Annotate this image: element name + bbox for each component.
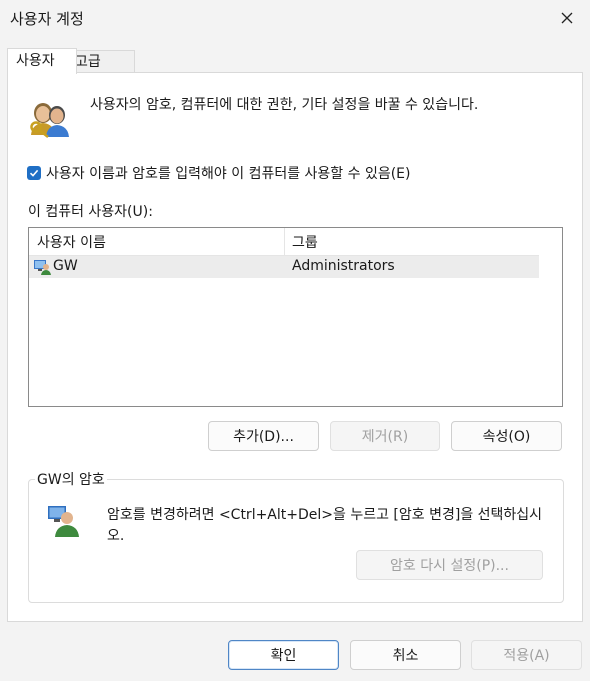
password-group-title: GW의 암호 [35,469,107,489]
users-tab-panel: 사용자의 암호, 컴퓨터에 대한 권한, 기타 설정을 바꿀 수 있습니다. 사… [7,72,583,622]
users-listview[interactable]: 사용자 이름 그룹 GW Administrators [28,227,563,407]
column-header-group[interactable]: 그룹 [292,232,318,252]
close-icon [561,12,573,24]
title-bar: 사용자 계정 [0,0,590,36]
add-user-button[interactable]: 추가(D)... [208,421,319,451]
properties-button[interactable]: 속성(O) [451,421,562,451]
require-login-checkbox[interactable] [27,166,41,180]
tab-users[interactable]: 사용자 [7,48,77,74]
column-header-username[interactable]: 사용자 이름 [37,232,106,252]
checkmark-icon [29,169,39,177]
cancel-button[interactable]: 취소 [350,640,461,670]
user-password-icon [48,506,79,537]
intro-text: 사용자의 암호, 컴퓨터에 대한 권한, 기타 설정을 바꿀 수 있습니다. [90,97,479,113]
user-icon [34,260,51,275]
apply-button[interactable]: 적용(A) [471,640,582,670]
window-title: 사용자 계정 [10,10,84,28]
password-instructions: 암호를 변경하려면 <Ctrl+Alt+Del>을 누르고 [암호 변경]을 선… [107,507,543,544]
table-row[interactable]: GW Administrators [29,256,539,278]
close-button[interactable] [544,0,590,36]
listview-header: 사용자 이름 그룹 [29,228,539,256]
user-name-cell: GW [53,258,78,274]
users-list-label: 이 컴퓨터 사용자(U): [28,204,153,220]
users-keys-icon [30,103,69,138]
require-login-label[interactable]: 사용자 이름과 암호를 입력해야 이 컴퓨터를 사용할 수 있음(E) [46,163,411,183]
remove-user-button[interactable]: 제거(R) [330,421,440,451]
ok-button[interactable]: 확인 [228,640,339,670]
reset-password-button[interactable]: 암호 다시 설정(P)... [356,550,543,580]
column-divider[interactable] [284,228,285,255]
user-group-cell: Administrators [292,258,395,274]
